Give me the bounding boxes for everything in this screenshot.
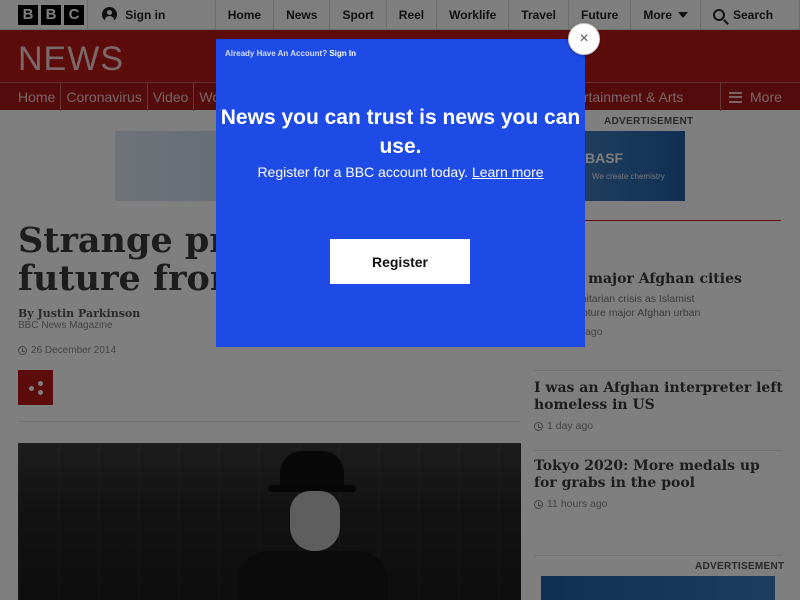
learn-more-link[interactable]: Learn more: [472, 164, 544, 180]
register-modal: Already Have An Account? Sign In News yo…: [216, 39, 585, 347]
modal-title: News you can trust is news you can use.: [220, 106, 581, 158]
already-account-label: Already Have An Account?: [225, 49, 328, 58]
register-button[interactable]: Register: [330, 239, 470, 284]
modal-body: Register for a BBC account today. Learn …: [256, 163, 545, 182]
close-modal-button[interactable]: ×: [568, 23, 600, 55]
already-account-text: Already Have An Account? Sign In: [225, 49, 356, 58]
close-icon: ×: [579, 30, 589, 47]
modal-sign-in-link[interactable]: Sign In: [329, 49, 356, 58]
modal-body-text: Register for a BBC account today.: [257, 164, 469, 180]
